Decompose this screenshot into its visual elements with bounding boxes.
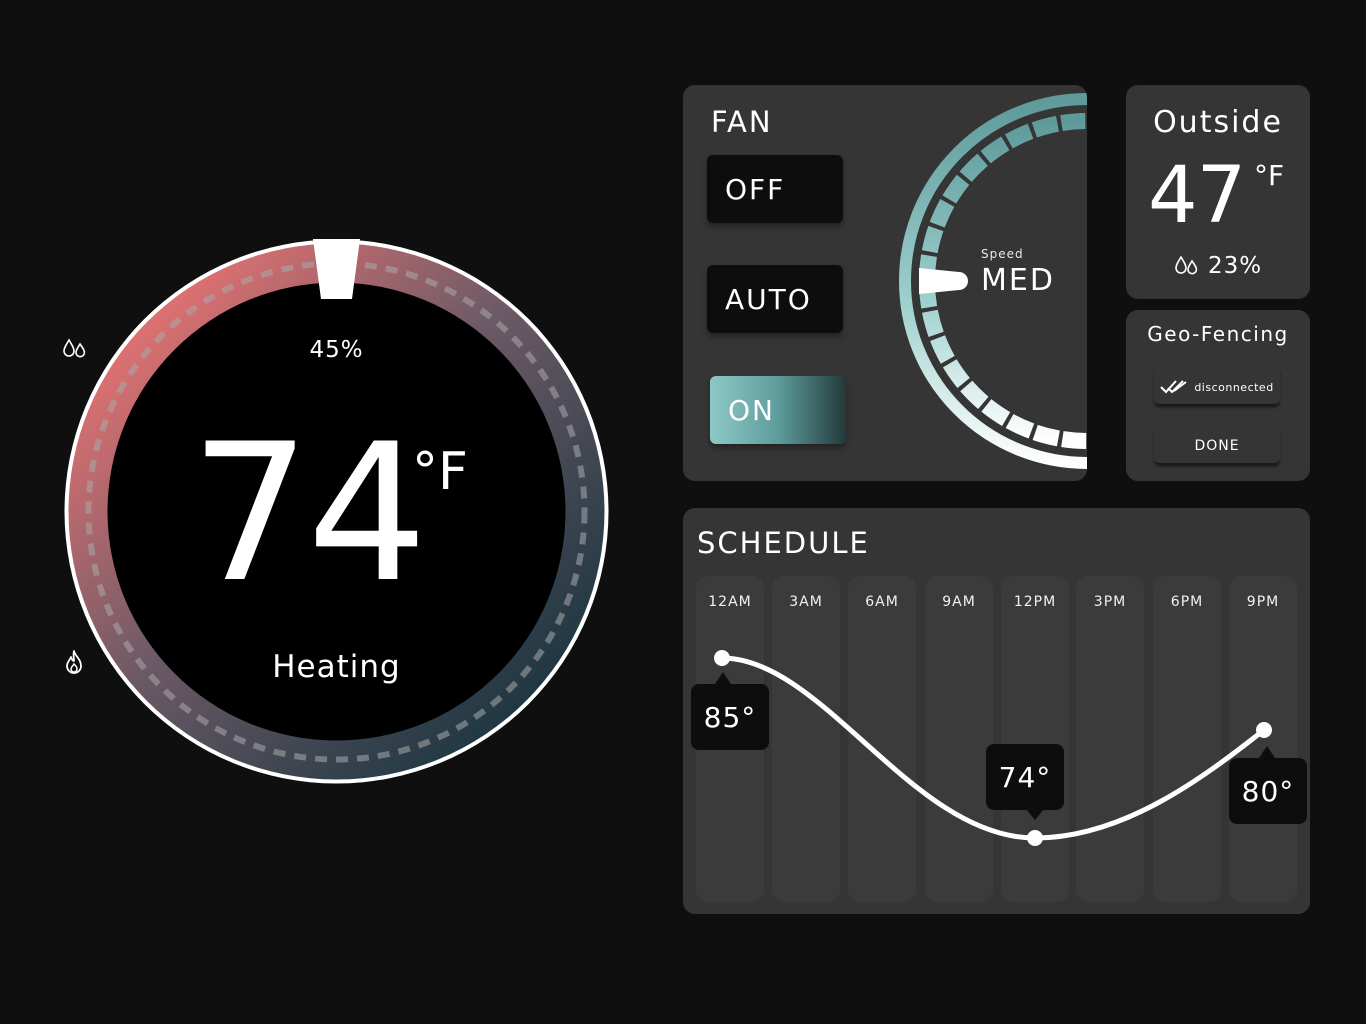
- double-check-icon: [1160, 380, 1187, 394]
- geo-fencing-panel: Geo-Fencing disconnected DONE: [1126, 310, 1310, 481]
- flame-icon: [66, 650, 82, 674]
- geo-status-button[interactable]: disconnected: [1154, 370, 1280, 406]
- schedule-point-label: 85°: [703, 700, 757, 734]
- fan-speed-knob: [919, 268, 968, 294]
- geo-done-label: DONE: [1194, 438, 1240, 454]
- dial-indicator: [313, 239, 360, 299]
- humidity-icon: [63, 338, 86, 358]
- indoor-humidity-value: 45%: [309, 337, 364, 363]
- hvac-mode-label: Heating: [272, 649, 401, 685]
- outside-temperature-unit: °F: [1254, 159, 1285, 192]
- schedule-point-handle: [1027, 830, 1043, 846]
- outside-humidity: 23%: [1126, 253, 1310, 279]
- schedule-panel: SCHEDULE 12AM 3AM 6AM 9AM 12PM 3PM 6PM 9…: [683, 508, 1310, 914]
- humidity-icon: [1175, 255, 1198, 275]
- geo-done-button[interactable]: DONE: [1154, 429, 1280, 465]
- schedule-point-label: 80°: [1241, 774, 1295, 808]
- schedule-point-9pm[interactable]: 80°: [1229, 758, 1307, 824]
- outside-humidity-value: 23%: [1207, 253, 1263, 279]
- hvac-mode: Heating: [62, 649, 611, 685]
- fan-speed-value: MED: [981, 263, 1055, 298]
- schedule-point-label: 74°: [998, 760, 1052, 794]
- outside-temperature: 47: [1148, 151, 1246, 241]
- schedule-point-handle: [1256, 722, 1272, 738]
- indoor-humidity: 45%: [62, 337, 611, 363]
- current-temperature: 74: [190, 403, 428, 624]
- schedule-point-12pm[interactable]: 74°: [986, 744, 1064, 810]
- thermostat-dial[interactable]: 45% 74 °F Heating: [62, 237, 611, 786]
- schedule-curve: [714, 650, 1275, 846]
- schedule-point-handle: [714, 650, 730, 666]
- temperature-unit: °F: [412, 442, 468, 502]
- fan-speed-caption: Speed: [981, 247, 1024, 261]
- fan-panel: FAN OFF AUTO ON Speed MED: [683, 85, 1087, 481]
- outside-weather-panel: Outside 47 °F 23%: [1126, 85, 1310, 299]
- geo-fencing-title: Geo-Fencing: [1147, 322, 1289, 346]
- schedule-point-12am[interactable]: 85°: [691, 684, 769, 750]
- outside-title: Outside: [1153, 105, 1283, 140]
- geo-status-label: disconnected: [1194, 380, 1274, 394]
